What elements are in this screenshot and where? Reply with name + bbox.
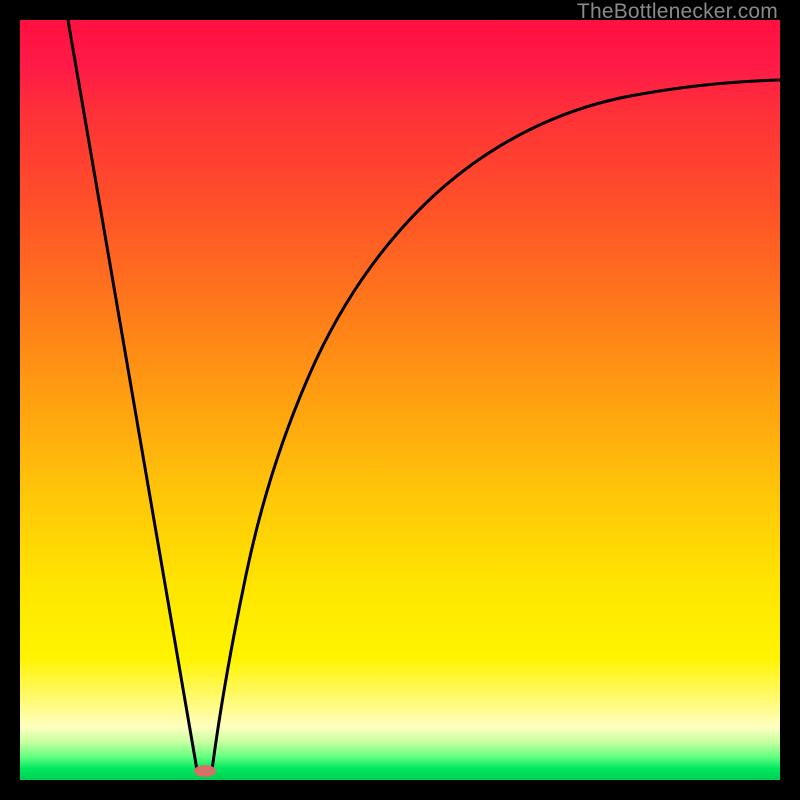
bottleneck-marker: [194, 765, 216, 777]
curve-layer: [20, 20, 780, 780]
watermark-text: TheBottlenecker.com: [577, 0, 778, 24]
curve-right-branch: [212, 80, 780, 770]
curve-left-branch: [68, 20, 197, 770]
plot-area: [20, 20, 780, 780]
chart-frame: TheBottlenecker.com: [0, 0, 800, 800]
